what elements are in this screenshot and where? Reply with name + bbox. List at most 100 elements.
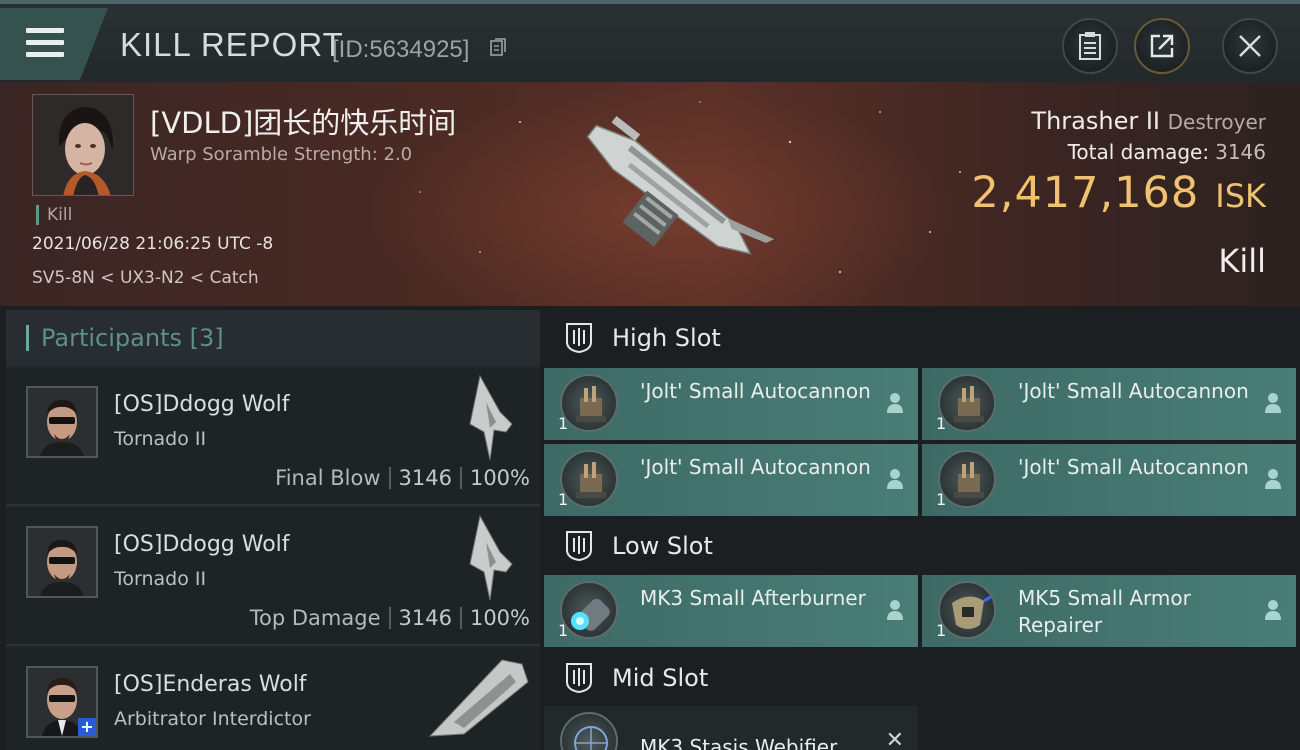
header-bar: KILL REPORT [ID:5634925] bbox=[0, 0, 1300, 82]
mid-slot-label: Mid Slot bbox=[612, 664, 709, 692]
user-icon[interactable] bbox=[886, 468, 904, 490]
module-name: MK5 Small Armor Repairer bbox=[1018, 586, 1191, 637]
kill-datetime: 2021/06/28 21:06:25 UTC -8 bbox=[32, 234, 274, 254]
participant-percent: 100% bbox=[469, 466, 530, 490]
participants-header: Participants [3] bbox=[6, 310, 540, 366]
participant-name[interactable]: [OS]Enderas Wolf bbox=[114, 672, 307, 697]
participant-percent: 100% bbox=[469, 606, 530, 630]
participant-row[interactable]: [OS]Ddogg Wolf Tornado II Final Blow 314… bbox=[6, 368, 540, 506]
module-card[interactable]: 1 'Jolt' Small Autocannon bbox=[544, 368, 918, 440]
isk-value: 2,417,168 bbox=[971, 168, 1200, 218]
total-damage-value: 3146 bbox=[1215, 140, 1266, 164]
warp-scramble-strength: Warp Soramble Strength: 2.0 bbox=[150, 144, 413, 165]
destroyed-x-icon: ✕ bbox=[885, 728, 904, 750]
module-name: 'Jolt' Small Autocannon bbox=[640, 455, 871, 479]
close-button[interactable] bbox=[1222, 18, 1278, 74]
kill-location: SV5-8N < UX3-N2 < Catch bbox=[32, 268, 259, 288]
participant-damage: 3146 bbox=[398, 466, 452, 490]
module-name: 'Jolt' Small Autocannon bbox=[1018, 455, 1249, 479]
participant-avatar[interactable] bbox=[26, 386, 98, 458]
user-icon[interactable] bbox=[1264, 468, 1282, 490]
participants-label: Participants bbox=[41, 324, 182, 352]
victim-name[interactable]: [VDLD]团长的快乐时间 bbox=[150, 100, 456, 142]
stasis-webifier-icon bbox=[560, 712, 618, 750]
share-button[interactable] bbox=[1134, 18, 1190, 74]
participant-avatar[interactable] bbox=[26, 526, 98, 598]
armor-repairer-icon bbox=[938, 581, 996, 639]
mid-slot-icon bbox=[566, 663, 592, 694]
module-quantity: 1 bbox=[558, 490, 569, 509]
low-slot-label: Low Slot bbox=[612, 532, 713, 560]
autocannon-icon bbox=[560, 450, 618, 508]
kill-tag: Kill bbox=[36, 205, 72, 225]
menu-button[interactable] bbox=[0, 8, 108, 80]
participant-ship-image bbox=[469, 514, 513, 601]
kill-result-label: Kill bbox=[1218, 242, 1266, 280]
participant-portrait bbox=[28, 528, 96, 596]
close-icon bbox=[1239, 35, 1261, 57]
total-damage-label: Total damage: bbox=[1067, 140, 1210, 164]
high-slot-icon bbox=[566, 323, 592, 354]
module-name: MK3 Small Afterburner bbox=[640, 586, 866, 610]
low-slot-header: Low Slot bbox=[544, 518, 1300, 574]
module-quantity: 1 bbox=[936, 621, 947, 640]
module-name: MK3 Stasis Webifier bbox=[640, 735, 838, 750]
victim-ship-name[interactable]: Thrasher II Destroyer bbox=[1031, 107, 1266, 135]
module-card[interactable]: MK3 Stasis Webifier ✕ bbox=[544, 706, 918, 750]
page-title: KILL REPORT bbox=[120, 26, 344, 63]
isk-value-line: 2,417,168 ISK bbox=[971, 168, 1266, 218]
participant-avatar[interactable]: + bbox=[26, 666, 98, 738]
participant-stats: Top Damage 3146 100% bbox=[250, 606, 530, 630]
participant-role: Top Damage bbox=[249, 606, 381, 630]
participant-ship: Tornado II bbox=[114, 568, 207, 590]
clipboard-button[interactable] bbox=[1062, 18, 1118, 74]
hamburger-menu-icon bbox=[26, 28, 64, 58]
participant-ship-image bbox=[469, 374, 513, 461]
module-card[interactable]: 1 MK3 Small Afterburner bbox=[544, 575, 918, 647]
participant-ship: Tornado II bbox=[114, 428, 207, 450]
module-card[interactable]: 1 'Jolt' Small Autocannon bbox=[922, 444, 1296, 516]
participant-row[interactable]: + [OS]Enderas Wolf Arbitrator Interdicto… bbox=[6, 648, 540, 750]
participant-portrait bbox=[28, 388, 96, 456]
participant-name[interactable]: [OS]Ddogg Wolf bbox=[114, 392, 290, 417]
total-damage: Total damage: 3146 bbox=[1068, 140, 1266, 164]
external-share-icon bbox=[1150, 34, 1174, 58]
module-card[interactable]: 1 MK5 Small Armor Repairer bbox=[922, 575, 1296, 647]
participant-stats: Final Blow 3146 100% bbox=[275, 466, 530, 490]
module-card[interactable]: 1 'Jolt' Small Autocannon bbox=[922, 368, 1296, 440]
afterburner-icon bbox=[560, 581, 618, 639]
copy-icon[interactable] bbox=[489, 38, 507, 58]
participant-ship: Arbitrator Interdictor bbox=[114, 708, 311, 730]
user-icon[interactable] bbox=[886, 392, 904, 414]
module-name: 'Jolt' Small Autocannon bbox=[1018, 379, 1249, 403]
high-slot-header: High Slot bbox=[544, 310, 1300, 366]
participant-row[interactable]: [OS]Ddogg Wolf Tornado II Top Damage 314… bbox=[6, 508, 540, 646]
user-icon[interactable] bbox=[1264, 392, 1282, 414]
autocannon-icon bbox=[938, 374, 996, 432]
participants-count: [3] bbox=[189, 324, 224, 352]
participants-panel: Participants [3] [OS]Ddogg Wolf Tornado … bbox=[6, 310, 540, 750]
module-card[interactable]: 1 'Jolt' Small Autocannon bbox=[544, 444, 918, 516]
participant-damage: 3146 bbox=[398, 606, 452, 630]
participant-role: Final Blow bbox=[275, 466, 381, 490]
victim-ship-class: Destroyer bbox=[1167, 110, 1266, 134]
module-name: 'Jolt' Small Autocannon bbox=[640, 379, 871, 403]
user-icon[interactable] bbox=[886, 599, 904, 621]
user-icon[interactable] bbox=[1264, 599, 1282, 621]
participant-ship-image bbox=[428, 659, 529, 737]
isk-unit: ISK bbox=[1215, 177, 1266, 215]
plus-badge-icon: + bbox=[78, 718, 96, 736]
report-id: [ID:5634925] bbox=[332, 36, 470, 63]
module-quantity: 1 bbox=[936, 414, 947, 433]
fitting-panel: High Slot 1 'Jolt' Small Autocannon 1 'J… bbox=[544, 310, 1300, 750]
victim-ship-image bbox=[586, 116, 775, 255]
victim-banner: [VDLD]团长的快乐时间 Warp Soramble Strength: 2.… bbox=[0, 82, 1300, 306]
participant-name[interactable]: [OS]Ddogg Wolf bbox=[114, 532, 290, 557]
high-slot-label: High Slot bbox=[612, 324, 721, 352]
autocannon-icon bbox=[560, 374, 618, 432]
mid-slot-header: Mid Slot bbox=[544, 650, 1300, 706]
module-quantity: 1 bbox=[558, 621, 569, 640]
victim-avatar bbox=[33, 95, 133, 195]
low-slot-icon bbox=[566, 531, 592, 562]
victim-portrait[interactable] bbox=[32, 94, 134, 196]
